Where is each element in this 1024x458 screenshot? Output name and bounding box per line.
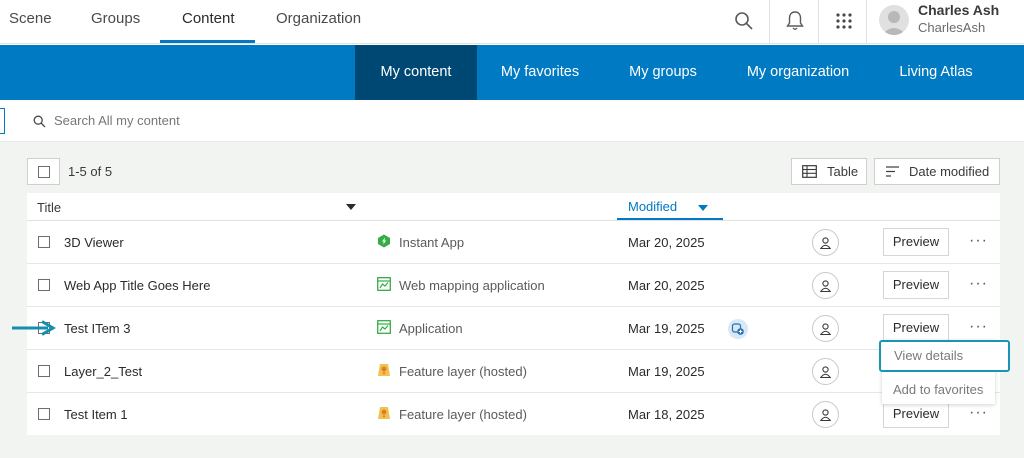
nav-divider	[866, 0, 867, 44]
item-title[interactable]: 3D Viewer	[64, 235, 124, 250]
search-bar: Search All my content	[0, 100, 1024, 142]
active-tab-indicator	[160, 40, 255, 43]
result-count: 1-5 of 5	[68, 164, 113, 179]
tab-my-content[interactable]: My content	[355, 45, 477, 100]
instant-app-icon	[377, 234, 391, 248]
content-navigation: My content My favorites My groups My org…	[0, 45, 1024, 100]
sort-label: Date modified	[909, 164, 990, 179]
app-launcher-icon[interactable]	[832, 9, 856, 33]
more-options-icon[interactable]: ···	[969, 233, 988, 249]
column-header-title[interactable]: Title	[37, 200, 61, 215]
more-options-icon[interactable]: ···	[969, 319, 988, 335]
nav-tab-groups[interactable]: Groups	[91, 0, 140, 44]
item-modified: Mar 20, 2025	[628, 235, 705, 250]
nav-divider	[818, 0, 819, 44]
item-title[interactable]: Test Item 1	[64, 407, 128, 422]
search-icon[interactable]	[732, 9, 756, 33]
preview-button[interactable]: Preview	[883, 400, 949, 428]
preview-button[interactable]: Preview	[883, 228, 949, 256]
shared-status-icon[interactable]	[728, 319, 748, 339]
feature-layer-icon	[377, 406, 391, 420]
row-checkbox[interactable]	[38, 365, 50, 377]
item-modified: Mar 19, 2025	[628, 364, 705, 379]
user-username: CharlesAsh	[918, 20, 986, 35]
sort-button[interactable]: Date modified	[874, 158, 1000, 185]
owner-icon[interactable]	[812, 272, 839, 299]
preview-button[interactable]: Preview	[883, 271, 949, 299]
item-modified: Mar 19, 2025	[628, 321, 705, 336]
item-title[interactable]: Layer_2_Test	[64, 364, 142, 379]
table-view-label: Table	[827, 164, 859, 179]
nav-divider	[769, 0, 770, 44]
table-header: Title Modified	[27, 193, 1000, 221]
item-type: Instant App	[399, 235, 465, 250]
content-table: Title Modified 3D Viewer Instant App Mar…	[27, 193, 1000, 435]
owner-icon[interactable]	[812, 315, 839, 342]
user-name[interactable]: Charles Ash	[918, 2, 999, 18]
item-title[interactable]: Web App Title Goes Here	[64, 278, 210, 293]
web-mapping-app-icon	[377, 277, 391, 291]
item-modified: Mar 20, 2025	[628, 278, 705, 293]
preview-button[interactable]: Preview	[883, 314, 949, 342]
item-type: Web mapping application	[399, 278, 545, 293]
item-type: Feature layer (hosted)	[399, 364, 527, 379]
tab-living-atlas[interactable]: Living Atlas	[885, 45, 987, 100]
owner-icon[interactable]	[812, 401, 839, 428]
item-modified: Mar 18, 2025	[628, 407, 705, 422]
avatar[interactable]	[879, 5, 909, 35]
nav-tab-scene[interactable]: Scene	[9, 0, 52, 44]
caret-down-icon[interactable]	[698, 204, 708, 212]
sort-icon	[885, 165, 900, 178]
select-all-checkbox[interactable]	[27, 158, 60, 185]
nav-tab-content[interactable]: Content	[182, 0, 235, 44]
table-row[interactable]: Layer_2_Test Feature layer (hosted) Mar …	[27, 350, 1000, 393]
item-title[interactable]: Test ITem 3	[64, 321, 130, 336]
item-type: Feature layer (hosted)	[399, 407, 527, 422]
search-icon	[32, 114, 46, 128]
owner-icon[interactable]	[812, 358, 839, 385]
tab-my-groups[interactable]: My groups	[613, 45, 713, 100]
search-input[interactable]: Search All my content	[54, 113, 180, 128]
table-row[interactable]: Test Item 1 Feature layer (hosted) Mar 1…	[27, 393, 1000, 436]
filter-panel-toggle[interactable]	[0, 108, 5, 134]
column-header-modified[interactable]: Modified	[628, 199, 677, 214]
owner-icon[interactable]	[812, 229, 839, 256]
row-checkbox[interactable]	[38, 408, 50, 420]
caret-down-icon[interactable]	[346, 203, 356, 211]
arrow-right-icon	[12, 320, 56, 341]
more-options-icon[interactable]: ···	[969, 276, 988, 292]
menu-item-view-details[interactable]: View details	[879, 340, 1010, 372]
table-row[interactable]: 3D Viewer Instant App Mar 20, 2025 Previ…	[27, 221, 1000, 264]
row-checkbox[interactable]	[38, 236, 50, 248]
sort-indicator	[617, 218, 723, 220]
content-area: 1-5 of 5 Table Date modified Title Modif…	[0, 142, 1024, 458]
item-type: Application	[399, 321, 463, 336]
tab-my-organization[interactable]: My organization	[735, 45, 861, 100]
application-icon	[377, 320, 391, 334]
menu-item-add-to-favorites[interactable]: Add to favorites	[893, 382, 983, 397]
row-checkbox[interactable]	[38, 279, 50, 291]
bell-icon[interactable]	[783, 9, 807, 33]
feature-layer-icon	[377, 363, 391, 377]
table-row[interactable]: Test ITem 3 Application Mar 19, 2025 Pre…	[27, 307, 1000, 350]
checkbox[interactable]	[38, 166, 50, 178]
table-row[interactable]: Web App Title Goes Here Web mapping appl…	[27, 264, 1000, 307]
table-view-button[interactable]: Table	[791, 158, 867, 185]
more-options-icon[interactable]: ···	[969, 405, 988, 421]
tab-my-favorites[interactable]: My favorites	[486, 45, 594, 100]
table-icon	[802, 165, 817, 178]
top-navigation: Scene Groups Content Organization Charle…	[0, 0, 1024, 44]
nav-tab-organization[interactable]: Organization	[276, 0, 361, 44]
